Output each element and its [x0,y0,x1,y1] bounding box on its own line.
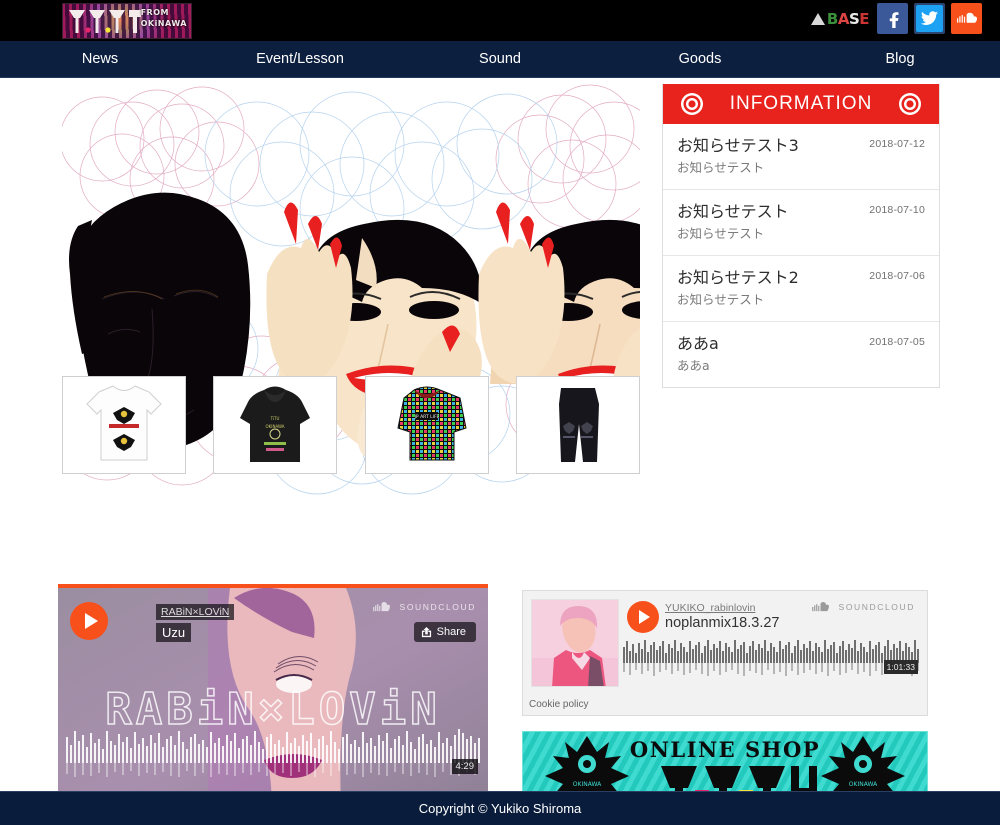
product-thumbnail-strip: TiTU OKINAWA JP ART LIFE [62,376,640,476]
soundcloud-cloud-icon [956,12,977,23]
play-triangle-icon [639,610,650,624]
soundcloud-link[interactable] [951,3,982,34]
base-triangle-icon [810,12,825,25]
soundcloud-brand-large: SOUNDCLOUD [372,602,476,612]
social-links: BASE [809,3,982,34]
information-list-item[interactable]: お知らせテスト2 お知らせテスト 2018-07-06 [663,256,939,322]
copyright-text: Copyright © Yukiko Shiroma [418,801,582,816]
soundcloud-cloud-icon [372,602,390,612]
information-item-excerpt: ああа [677,358,710,373]
nav-item-blog[interactable]: Blog [800,41,1000,77]
site-logo[interactable]: FROM OKiNAWA [62,3,192,39]
information-list-item[interactable]: お知らせテスト お知らせテスト 2018-07-10 [663,190,939,256]
information-list-item[interactable]: ああа ああа 2018-07-05 [663,322,939,387]
play-button-small[interactable] [627,601,659,633]
soundcloud-brand-text: SOUNDCLOUD [838,602,915,612]
svg-text:JP ART LIFE: JP ART LIFE [413,414,439,420]
svg-text:OKINAWA: OKINAWA [266,424,285,429]
facebook-icon [889,11,898,28]
facebook-link[interactable] [877,3,908,34]
online-shop-headline: ONLINE SHOP [630,737,820,762]
base-label: BASE [826,9,870,28]
player-large-duration: 4:29 [451,759,478,774]
base-shop-link[interactable]: BASE [809,6,871,32]
portrait-thumbnail [532,600,618,686]
seal-icon-left [680,93,703,115]
tshirt-icon [86,385,162,461]
waveform-large[interactable] [66,725,480,787]
waveform-small[interactable] [623,639,921,681]
information-item-date: 2018-07-10 [869,204,925,216]
player-small-artwork[interactable] [531,599,619,687]
seal-icon-right [899,93,922,115]
soundcloud-player-large[interactable]: RABiN×LOViN Uzu SOUNDCLOUD Share RABiN×L… [58,584,488,825]
soundcloud-brand-small: SOUNDCLOUD [811,602,915,612]
information-item-excerpt: お知らせテスト [677,292,765,307]
nav-item-goods[interactable]: Goods [600,41,800,77]
product-thumb-sweater[interactable]: JP ART LIFE [364,376,489,474]
player-large-artist[interactable]: RABiN×LOViN [156,604,235,620]
main-navigation: News Event/Lesson Sound Goods Blog [0,41,1000,78]
information-item-date: 2018-07-06 [869,270,925,282]
page-body: TiTU OKINAWA JP ART LIFE INFORMATION お知ら… [0,78,1000,825]
twitter-link[interactable] [914,3,945,34]
information-header: INFORMATION [663,84,939,124]
player-small-track: noplanmix18.3.27 [665,615,780,631]
play-button-large[interactable] [70,602,108,640]
information-item-date: 2018-07-05 [869,336,925,348]
share-label: Share [436,626,466,638]
site-footer: Copyright © Yukiko Shiroma [0,791,1000,825]
svg-text:OKINAWA: OKINAWA [849,781,878,788]
information-list-item[interactable]: お知らせテスト3 お知らせテスト 2018-07-12 [663,124,939,190]
soundcloud-brand-text: SOUNDCLOUD [399,602,476,612]
share-icon [421,626,431,637]
sweatpants-icon [558,388,599,462]
nav-item-news[interactable]: News [0,41,200,77]
logo-funnel-marks [69,10,141,33]
player-large-track: Uzu [156,623,192,642]
svg-text:TiTU: TiTU [270,416,280,421]
share-button[interactable]: Share [413,622,476,642]
information-title: INFORMATION [729,93,873,114]
soundcloud-cloud-icon [811,602,829,612]
logo-wordmark: FROM OKiNAWA [140,8,187,28]
player-small-duration: 1:01:33 [883,660,918,674]
twitter-bird-icon [921,11,938,25]
soundcloud-player-small[interactable]: YUKIKO_rabinlovin noplanmix18.3.27 SOUND… [522,590,928,716]
product-thumb-sweatpants[interactable] [515,376,640,474]
information-item-excerpt: お知らせテスト [677,226,765,241]
information-panel: INFORMATION お知らせテスト3 お知らせテスト 2018-07-12 … [662,84,940,388]
player-small-artist[interactable]: YUKIKO_rabinlovin [665,602,755,614]
twitter-tile [916,5,943,32]
svg-text:OKINAWA: OKINAWA [573,781,602,788]
player-large-labels: RABiN×LOViN Uzu [156,602,235,642]
patterned-sweater-icon: JP ART LIFE [397,386,467,461]
play-triangle-icon [84,613,98,629]
nav-item-event-lesson[interactable]: Event/Lesson [200,41,400,77]
product-thumb-tshirt[interactable] [62,376,186,474]
information-item-date: 2018-07-12 [869,138,925,150]
top-bar: FROM OKiNAWA BASE [0,0,1000,41]
nav-item-sound[interactable]: Sound [400,41,600,77]
product-thumb-hoodie[interactable]: TiTU OKINAWA [213,376,338,474]
hoodie-icon: TiTU OKINAWA [240,386,311,462]
information-item-excerpt: お知らせテスト [677,160,765,175]
cookie-policy-link-small[interactable]: Cookie policy [529,699,588,710]
